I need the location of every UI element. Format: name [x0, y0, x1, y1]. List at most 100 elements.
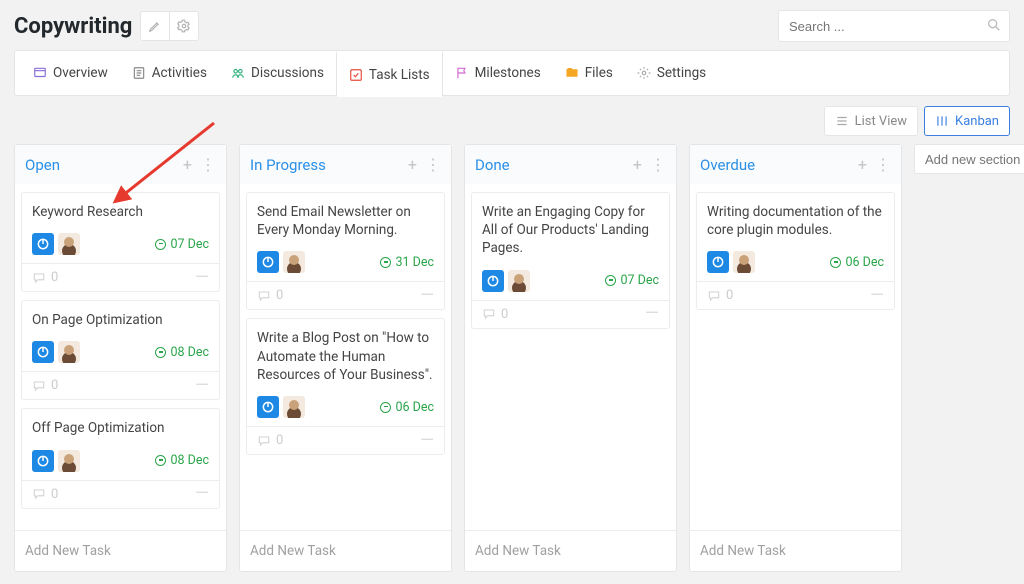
card-list: Keyword Research 07 Dec 0 — On Page Opti…: [15, 184, 226, 530]
view-list[interactable]: List View: [824, 106, 918, 136]
overview-icon: [33, 66, 47, 80]
card-list: Write an Engaging Copy for All of Our Pr…: [465, 184, 676, 530]
comment-count[interactable]: 0: [32, 378, 58, 393]
add-card-button[interactable]: +: [183, 155, 192, 174]
assignees: [32, 341, 80, 363]
avatar[interactable]: [283, 251, 305, 273]
card-title: Write an Engaging Copy for All of Our Pr…: [472, 193, 669, 266]
column-title[interactable]: Open: [25, 156, 60, 174]
column-title[interactable]: Done: [475, 156, 510, 174]
avatar[interactable]: [257, 396, 279, 418]
collapse-button[interactable]: —: [420, 436, 434, 446]
collapse-button[interactable]: —: [420, 291, 434, 301]
comment-count[interactable]: 0: [482, 307, 508, 322]
collapse-button[interactable]: —: [645, 309, 659, 319]
task-card[interactable]: Keyword Research 07 Dec 0 —: [21, 192, 220, 292]
clock-icon: [380, 257, 391, 268]
task-card[interactable]: Send Email Newsletter on Every Monday Mo…: [246, 192, 445, 310]
card-meta: 31 Dec: [247, 247, 444, 281]
task-card[interactable]: Writing documentation of the core plugin…: [696, 192, 895, 310]
comment-count[interactable]: 0: [32, 270, 58, 285]
column-menu-button[interactable]: ⋮: [875, 155, 891, 174]
tab-task-lists[interactable]: Task Lists: [336, 51, 443, 97]
avatar[interactable]: [283, 396, 305, 418]
column-menu-button[interactable]: ⋮: [425, 155, 441, 174]
comment-count[interactable]: 0: [707, 288, 733, 303]
column-header: Open + ⋮: [15, 145, 226, 184]
column-menu-button[interactable]: ⋮: [650, 155, 666, 174]
comment-count[interactable]: 0: [257, 288, 283, 303]
comment-count[interactable]: 0: [257, 433, 283, 448]
list-icon: [835, 114, 849, 128]
tab-overview[interactable]: Overview: [21, 51, 120, 95]
assignees: [257, 251, 305, 273]
view-kanban[interactable]: Kanban: [924, 106, 1010, 136]
add-task-input[interactable]: Add New Task: [690, 530, 901, 571]
tab-discussions[interactable]: Discussions: [219, 51, 336, 95]
add-card-button[interactable]: +: [858, 155, 867, 174]
settings-button[interactable]: [169, 11, 199, 41]
clock-icon: [155, 347, 166, 358]
task-card[interactable]: Write a Blog Post on "How to Automate th…: [246, 318, 445, 455]
comment-count[interactable]: 0: [32, 487, 58, 502]
card-footer: 0 —: [22, 263, 219, 291]
tab-files[interactable]: Files: [553, 51, 625, 95]
task-card[interactable]: Off Page Optimization 08 Dec 0 —: [21, 408, 220, 508]
comment-icon: [32, 487, 46, 501]
avatar[interactable]: [257, 251, 279, 273]
due-date: 08 Dec: [155, 453, 209, 468]
card-title: Write a Blog Post on "How to Automate th…: [247, 319, 444, 392]
avatar[interactable]: [733, 251, 755, 273]
search-input[interactable]: [778, 10, 1010, 42]
card-footer: 0 —: [697, 281, 894, 309]
tab-activities[interactable]: Activities: [120, 51, 219, 95]
card-meta: 06 Dec: [247, 392, 444, 426]
assignees: [707, 251, 755, 273]
add-task-input[interactable]: Add New Task: [15, 530, 226, 571]
due-date: 08 Dec: [155, 345, 209, 360]
card-footer: 0 —: [22, 480, 219, 508]
avatar[interactable]: [32, 341, 54, 363]
column-menu-button[interactable]: ⋮: [200, 155, 216, 174]
add-task-input[interactable]: Add New Task: [465, 530, 676, 571]
card-list: Send Email Newsletter on Every Monday Mo…: [240, 184, 451, 530]
add-section-input[interactable]: [914, 144, 1024, 174]
avatar[interactable]: [58, 450, 80, 472]
card-meta: 07 Dec: [22, 229, 219, 263]
task-card[interactable]: On Page Optimization 08 Dec 0 —: [21, 300, 220, 400]
avatar[interactable]: [58, 233, 80, 255]
column: Overdue + ⋮ Writing documentation of the…: [689, 144, 902, 572]
collapse-button[interactable]: —: [195, 381, 209, 391]
column-title[interactable]: Overdue: [700, 156, 755, 174]
add-card-button[interactable]: +: [408, 155, 417, 174]
avatar[interactable]: [707, 251, 729, 273]
add-task-input[interactable]: Add New Task: [240, 530, 451, 571]
avatar[interactable]: [482, 270, 504, 292]
column: In Progress + ⋮ Send Email Newsletter on…: [239, 144, 452, 572]
card-title: Writing documentation of the core plugin…: [697, 193, 894, 247]
pencil-icon: [148, 19, 162, 33]
tab-settings[interactable]: Settings: [625, 51, 718, 95]
add-card-button[interactable]: +: [633, 155, 642, 174]
collapse-button[interactable]: —: [195, 273, 209, 283]
assignees: [257, 396, 305, 418]
card-title: Send Email Newsletter on Every Monday Mo…: [247, 193, 444, 247]
tab-milestones[interactable]: Milestones: [443, 51, 553, 95]
avatar[interactable]: [58, 341, 80, 363]
avatar[interactable]: [508, 270, 530, 292]
column-title[interactable]: In Progress: [250, 156, 326, 174]
avatar[interactable]: [32, 450, 54, 472]
comment-icon: [482, 307, 496, 321]
task-card[interactable]: Write an Engaging Copy for All of Our Pr…: [471, 192, 670, 329]
collapse-button[interactable]: —: [870, 291, 884, 301]
card-meta: 08 Dec: [22, 337, 219, 371]
avatar[interactable]: [32, 233, 54, 255]
card-title: Off Page Optimization: [22, 409, 219, 445]
due-date: 06 Dec: [380, 400, 434, 415]
comment-icon: [32, 379, 46, 393]
search-icon: [986, 17, 1002, 33]
discussions-icon: [231, 66, 245, 80]
collapse-button[interactable]: —: [195, 489, 209, 499]
edit-button[interactable]: [140, 11, 170, 41]
view-label: Kanban: [955, 114, 999, 129]
